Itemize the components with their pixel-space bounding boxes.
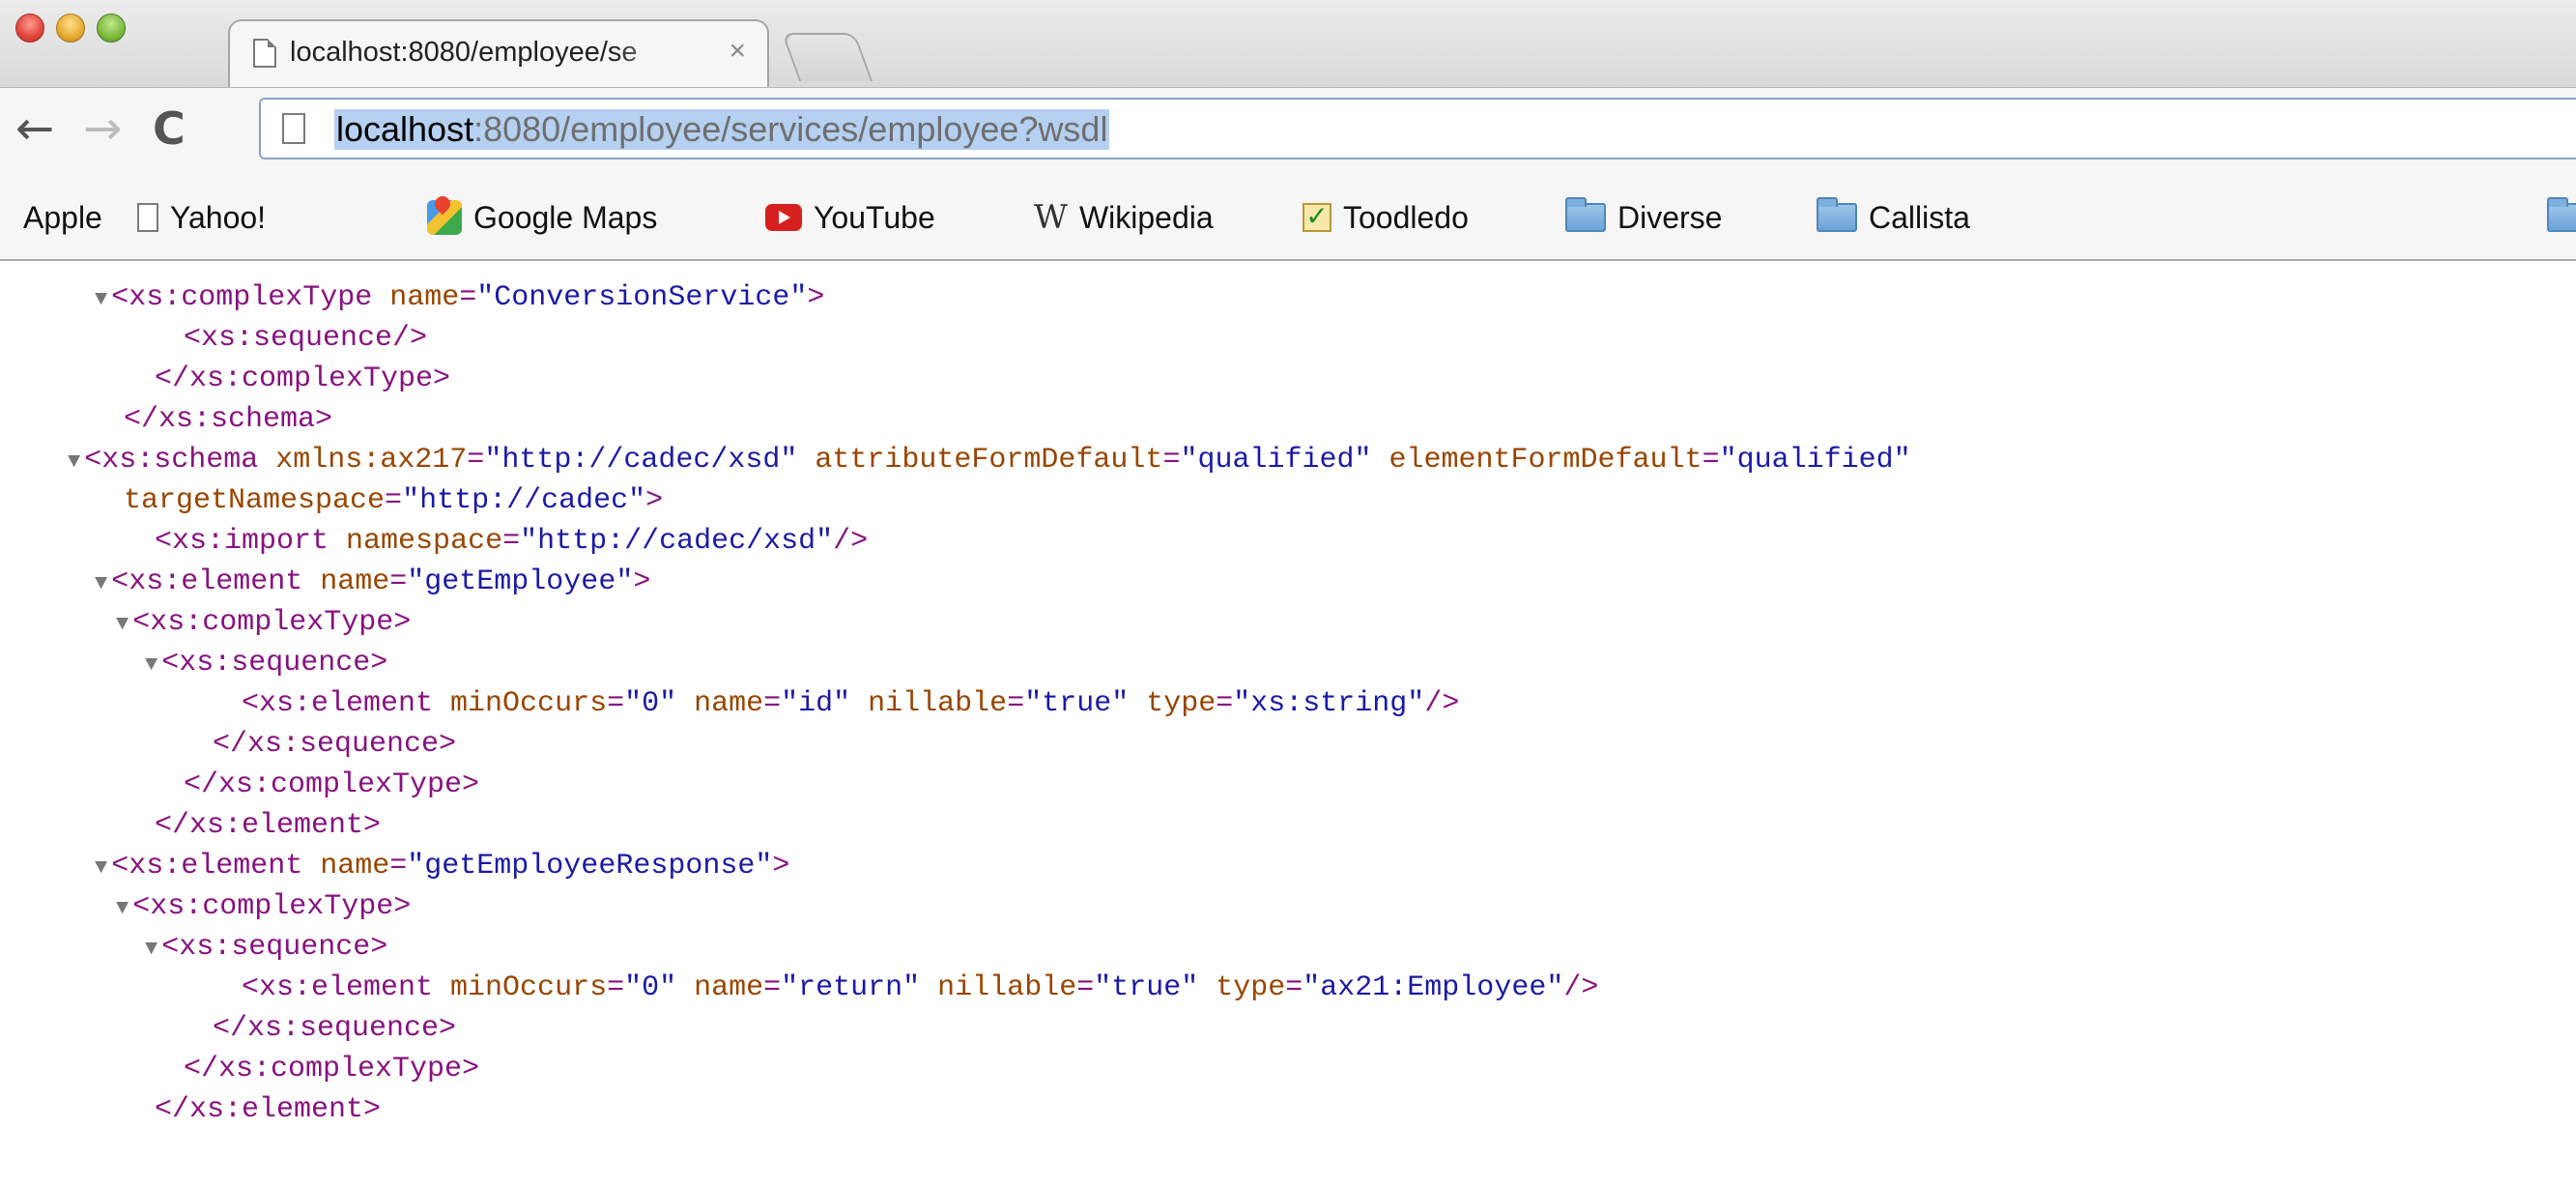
collapse-triangle-icon[interactable]: ▼ bbox=[95, 287, 107, 311]
collapse-triangle-icon[interactable]: ▼ bbox=[116, 896, 129, 920]
bookmark-label: Apple bbox=[23, 199, 102, 235]
xml-document-view: ▼ <xs:complexType name="ConversionService… bbox=[0, 261, 2576, 1187]
youtube-icon bbox=[765, 204, 802, 231]
xml-line: ▼ <xs:element name="getEmployee"> bbox=[95, 565, 651, 598]
address-bar[interactable]: localhost:8080/employee/services/employe… bbox=[259, 98, 2576, 159]
xml-line: </xs:sequence> bbox=[213, 728, 457, 761]
xml-line: ▼ <xs:complexType name="ConversionService… bbox=[95, 281, 825, 314]
page-icon bbox=[253, 39, 276, 68]
url-text[interactable]: localhost:8080/employee/services/employe… bbox=[334, 109, 1110, 150]
xml-line: </xs:schema> bbox=[124, 403, 333, 436]
back-arrow-icon[interactable]: ← bbox=[15, 101, 54, 156]
url-path: :8080/employee/services/employee?wsdl bbox=[473, 109, 1108, 149]
bookmark-label: Google Maps bbox=[473, 199, 658, 235]
xml-line: targetNamespace="http://cadec"> bbox=[124, 484, 664, 517]
xml-line: <xs:element minOccurs="0" name="id" nill… bbox=[242, 687, 1460, 720]
xml-line: ▼ <xs:complexType> bbox=[116, 606, 412, 639]
url-host: localhost bbox=[336, 109, 474, 149]
new-tab-button[interactable] bbox=[781, 33, 873, 81]
reload-icon[interactable]: C bbox=[153, 101, 186, 156]
xml-line: ▼ <xs:complexType> bbox=[116, 890, 412, 923]
xml-line: </xs:complexType> bbox=[184, 1053, 480, 1086]
tab-title: localhost:8080/employee/se bbox=[290, 37, 638, 68]
page-icon bbox=[137, 203, 158, 232]
bookmark-label: Yahoo! bbox=[170, 199, 267, 235]
collapse-triangle-icon[interactable]: ▼ bbox=[145, 652, 157, 677]
xml-line: ▼ <xs:sequence> bbox=[145, 931, 388, 964]
collapse-triangle-icon[interactable]: ▼ bbox=[95, 855, 107, 880]
bookmark-google-maps[interactable]: Google Maps bbox=[427, 193, 657, 242]
bookmark-label: Wikipedia bbox=[1078, 199, 1214, 235]
collapse-triangle-icon[interactable]: ▼ bbox=[145, 937, 157, 961]
bookmark-toodledo[interactable]: ✓ Toodledo bbox=[1302, 193, 1469, 242]
xml-line: ▼ <xs:schema xmlns:ax217="http://cadec/xs… bbox=[68, 444, 1911, 477]
bookmark-label: Diverse bbox=[1617, 199, 1723, 235]
folder-icon bbox=[1817, 197, 1857, 232]
page-icon bbox=[282, 113, 305, 144]
bookmark-apple[interactable]: Apple bbox=[14, 193, 102, 242]
tab-strip: localhost:8080/employee/se × bbox=[0, 0, 2576, 87]
xml-line: </xs:sequence> bbox=[213, 1012, 457, 1045]
xml-line: </xs:complexType> bbox=[184, 768, 480, 801]
xml-line: ▼ <xs:element name="getEmployeeResponse"> bbox=[95, 850, 790, 883]
xml-line: ▼ <xs:sequence> bbox=[145, 647, 388, 680]
bookmark-label: Toodledo bbox=[1343, 199, 1469, 235]
collapse-triangle-icon[interactable]: ▼ bbox=[68, 449, 80, 474]
xml-line: </xs:element> bbox=[155, 1093, 382, 1126]
bookmark-label: YouTube bbox=[814, 199, 935, 235]
google-maps-icon bbox=[427, 200, 462, 235]
folder-icon bbox=[1565, 197, 1606, 232]
bookmark-wikipedia[interactable]: W Wikipedia bbox=[1034, 193, 1214, 242]
bookmark-youtube[interactable]: YouTube bbox=[765, 193, 935, 242]
zoom-window-button[interactable] bbox=[97, 14, 126, 43]
minimize-window-button[interactable] bbox=[56, 14, 85, 43]
checkbox-icon: ✓ bbox=[1302, 203, 1331, 232]
collapse-triangle-icon[interactable]: ▼ bbox=[95, 571, 107, 595]
bookmark-folder-diverse[interactable]: Diverse bbox=[1565, 193, 1722, 242]
active-tab[interactable]: localhost:8080/employee/se × bbox=[228, 19, 769, 87]
collapse-triangle-icon[interactable]: ▼ bbox=[116, 612, 129, 636]
folder-icon bbox=[2547, 197, 2576, 232]
forward-arrow-icon[interactable]: → bbox=[83, 101, 122, 156]
bookmark-folder-overflow[interactable] bbox=[2547, 193, 2576, 242]
xml-line: <xs:sequence/> bbox=[184, 322, 428, 355]
bookmark-yahoo[interactable]: Yahoo! bbox=[137, 193, 266, 242]
xml-line: <xs:element minOccurs="0" name="return" … bbox=[242, 971, 1599, 1004]
xml-line: </xs:complexType> bbox=[155, 362, 451, 395]
wikipedia-icon: W bbox=[1034, 198, 1068, 237]
bookmarks-bar: Apple Yahoo! Google Maps YouTube W Wikip… bbox=[0, 174, 2576, 261]
xml-line: <xs:import namespace="http://cadec/xsd"/… bbox=[155, 525, 869, 558]
navigation-toolbar: ← → C localhost:8080/employee/services/e… bbox=[0, 87, 2576, 174]
close-window-button[interactable] bbox=[15, 14, 44, 43]
bookmark-folder-callista[interactable]: Callista bbox=[1817, 193, 1970, 242]
xml-line: </xs:element> bbox=[155, 809, 382, 842]
close-tab-icon[interactable]: × bbox=[729, 35, 746, 68]
bookmark-label: Callista bbox=[1869, 199, 1970, 235]
